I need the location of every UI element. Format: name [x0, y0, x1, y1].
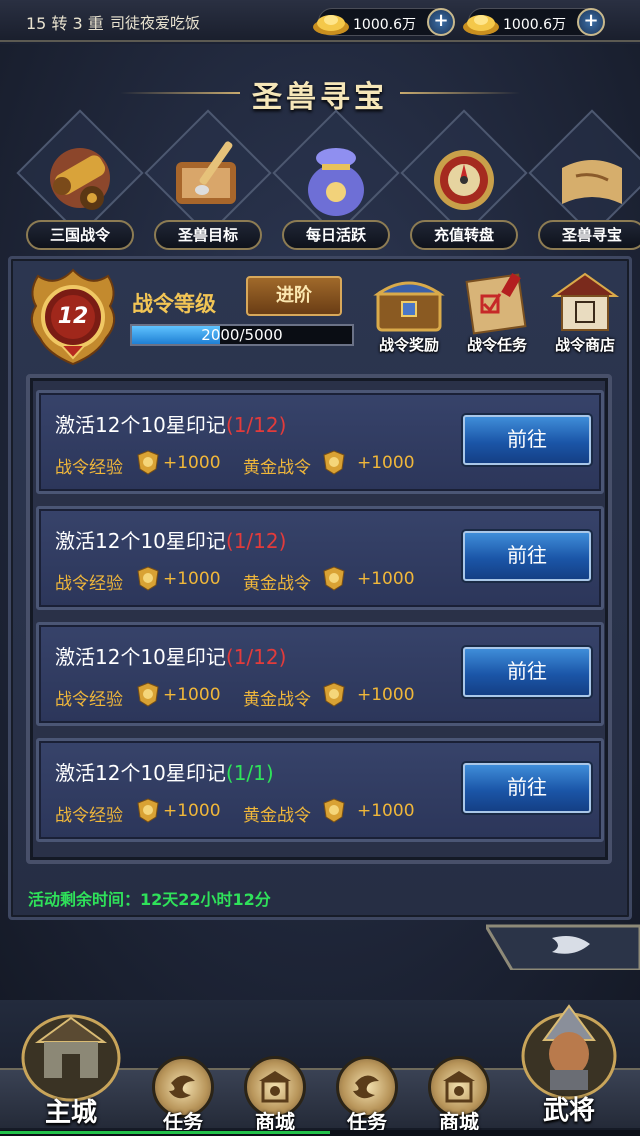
treasure-bag-icon — [308, 148, 364, 216]
task-item: 激活12个10星印记(1/12) 战令经验 +1000 黄金战令 +1000 前… — [36, 506, 604, 610]
xp-progress-text: 2000/5000 — [201, 326, 283, 344]
pass-tasks-button[interactable]: 战令任务 — [456, 268, 538, 358]
nav-shop-2[interactable]: 商城 — [414, 1010, 504, 1134]
reward-gold-label: 黄金战令 — [243, 806, 311, 826]
activity-label: 三国战令 — [26, 220, 134, 250]
reward-exp-value: +1000 — [163, 685, 221, 705]
dragon-wheel-icon — [434, 150, 494, 210]
lion-token-icon — [137, 450, 159, 475]
task-title: 激活12个10星印记(1/12) — [55, 413, 287, 437]
main-city-button[interactable]: 主城 — [16, 1002, 126, 1132]
task-progress: (1/12) — [225, 413, 287, 437]
activity-daily-active[interactable]: 每日活跃 — [272, 109, 400, 250]
task-progress: (1/12) — [225, 529, 287, 553]
gold-currency: 1000.6万 + — [313, 8, 455, 36]
reward-gold-label: 黄金战令 — [243, 458, 311, 478]
reward-gold-value: +1000 — [357, 453, 415, 473]
shop-icon — [550, 272, 620, 331]
reward-gold-label: 黄金战令 — [243, 574, 311, 594]
go-button[interactable]: 前往 — [463, 647, 591, 697]
level-badge: 12 — [18, 262, 128, 370]
pass-rewards-button[interactable]: 战令奖励 — [368, 268, 450, 358]
activity-sanguo-pass[interactable]: 三国战令 — [16, 109, 144, 250]
reward-gold-value: +1000 — [357, 569, 415, 589]
activity-label: 圣兽目标 — [154, 220, 262, 250]
reward-exp-label: 战令经验 — [55, 806, 123, 826]
page-title: 圣兽寻宝 — [252, 80, 388, 115]
generals-label: 武将 — [542, 1096, 595, 1126]
activity-beast-target[interactable]: 圣兽目标 — [144, 109, 272, 250]
general-portrait-icon — [521, 1004, 617, 1100]
task-title: 激活12个10星印记(1/1) — [55, 761, 274, 785]
loading-strip — [0, 1130, 640, 1136]
pass-rewards-label: 战令奖励 — [378, 336, 439, 354]
task-progress: (1/1) — [225, 761, 274, 785]
reward-exp-value: +1000 — [163, 453, 221, 473]
map-scroll-icon — [562, 160, 622, 204]
add-gold-button[interactable]: + — [427, 8, 455, 36]
activity-beast-treasure[interactable]: 圣兽寻宝 — [528, 109, 640, 250]
scroll-brush-icon — [176, 141, 236, 204]
city-gate-icon — [21, 1014, 121, 1102]
lion-token-icon — [323, 566, 345, 591]
reward-exp-label: 战令经验 — [55, 690, 123, 710]
lion-token-icon — [137, 682, 159, 707]
lion-token-icon — [137, 798, 159, 823]
return-button[interactable] — [486, 924, 640, 970]
task-item: 激活12个10星印记(1/12) 战令经验 +1000 黄金战令 +1000 前… — [36, 622, 604, 726]
level-number: 12 — [57, 304, 89, 329]
level-title: 战令等级 — [132, 292, 216, 316]
task-title: 激活12个10星印记(1/12) — [55, 529, 287, 553]
task-item: 激活12个10星印记(1/1) 战令经验 +1000 黄金战令 +1000 前往 — [36, 738, 604, 842]
silver-amount: 1000.6万 — [503, 17, 566, 33]
silver-ingot-icon — [463, 15, 499, 35]
task-progress: (1/12) — [225, 645, 287, 669]
pass-shop-button[interactable]: 战令商店 — [544, 268, 626, 358]
nav-shop-1[interactable]: 商城 — [230, 1010, 320, 1134]
task-title: 激活12个10星印记(1/12) — [55, 645, 287, 669]
go-button[interactable]: 前往 — [463, 531, 591, 581]
lion-token-icon — [323, 798, 345, 823]
nav-task-1[interactable]: 任务 — [138, 1010, 228, 1134]
top-status-bar: 15 转 3 重 司徒夜爱吃饭 1000.6万 + 1000.6万 + — [0, 0, 640, 42]
pass-shop-label: 战令商店 — [554, 336, 615, 354]
player-level: 15 转 3 重 — [26, 14, 104, 33]
activity-label: 圣兽寻宝 — [538, 220, 640, 250]
task-item: 激活12个10星印记(1/12) 战令经验 +1000 黄金战令 +1000 前… — [36, 390, 604, 494]
lion-token-icon — [323, 682, 345, 707]
reward-gold-value: +1000 — [357, 685, 415, 705]
lion-token-icon — [137, 566, 159, 591]
reward-exp-label: 战令经验 — [55, 458, 123, 478]
activity-recharge-wheel[interactable]: 充值转盘 — [400, 109, 528, 250]
pass-tasks-label: 战令任务 — [466, 336, 527, 354]
player-name: 司徒夜爱吃饭 — [110, 14, 201, 32]
xp-progress-bar: 2000/5000 — [130, 324, 354, 346]
reward-exp-value: +1000 — [163, 801, 221, 821]
task-scroll-icon — [465, 272, 527, 335]
reward-exp-value: +1000 — [163, 569, 221, 589]
go-button[interactable]: 前往 — [463, 763, 591, 813]
reward-gold-value: +1000 — [357, 801, 415, 821]
gold-ingot-icon — [313, 15, 349, 35]
advance-button[interactable]: 进阶 — [246, 276, 342, 316]
activity-label: 充值转盘 — [410, 220, 518, 250]
gold-amount: 1000.6万 — [353, 17, 416, 33]
loading-strip-fill — [0, 1131, 330, 1134]
lion-token-icon — [323, 450, 345, 475]
activity-timer: 活动剩余时间：12天22小时12分 — [28, 890, 271, 909]
nav-task-2[interactable]: 任务 — [322, 1010, 412, 1134]
go-button[interactable]: 前往 — [463, 415, 591, 465]
activity-label: 每日活跃 — [282, 220, 390, 250]
add-silver-button[interactable]: + — [577, 8, 605, 36]
main-city-label: 主城 — [44, 1098, 97, 1128]
silver-currency: 1000.6万 + — [463, 8, 605, 36]
cannon-icon — [50, 148, 110, 210]
reward-exp-label: 战令经验 — [55, 574, 123, 594]
generals-button[interactable]: 武将 — [514, 1000, 624, 1130]
reward-gold-label: 黄金战令 — [243, 690, 311, 710]
treasure-chest-icon — [373, 281, 445, 332]
